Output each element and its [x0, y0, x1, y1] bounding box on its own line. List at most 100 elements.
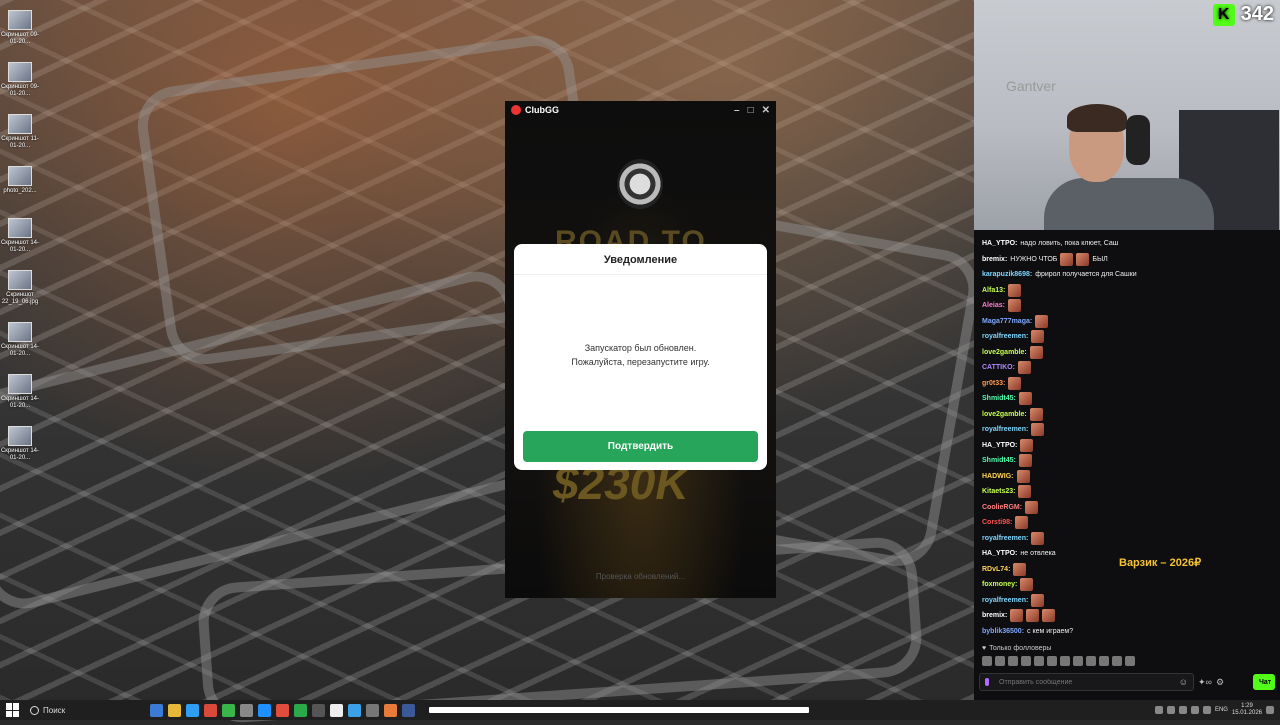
chat-username[interactable]: bremix:: [982, 256, 1007, 263]
emote-button[interactable]: [995, 656, 1005, 666]
chat-username[interactable]: royalfreemen:: [982, 535, 1028, 542]
chat-username[interactable]: HA_YTPO:: [982, 442, 1017, 449]
app-icon[interactable]: [402, 703, 415, 717]
notification-icon[interactable]: [1266, 706, 1274, 714]
desktop-icon[interactable]: Скриншот 22_19_06.jpg: [0, 262, 40, 314]
send-chat-button[interactable]: Чат: [1253, 674, 1275, 690]
emote-button[interactable]: [1112, 656, 1122, 666]
chat-username[interactable]: Shmidt45:: [982, 395, 1016, 402]
emote-button[interactable]: [1060, 656, 1070, 666]
app-icon[interactable]: [222, 703, 235, 717]
chat-message: love2gamble:: [982, 407, 1280, 423]
wall-text: Gantver: [1006, 78, 1056, 94]
chat-text: фрирол получается для Сашки: [1035, 271, 1137, 279]
launcher-titlebar[interactable]: ClubGG – □ ✕: [505, 101, 776, 119]
emote-button[interactable]: [982, 656, 992, 666]
app-icon[interactable]: [258, 703, 271, 717]
tray-icon[interactable]: [1178, 706, 1187, 714]
maximize-icon[interactable]: □: [748, 105, 754, 116]
close-icon[interactable]: ✕: [762, 105, 770, 116]
tray-icon[interactable]: [1166, 706, 1175, 714]
chat-username[interactable]: gr0t33:: [982, 380, 1005, 387]
emote-button[interactable]: [1008, 656, 1018, 666]
emote-button[interactable]: [1047, 656, 1057, 666]
emote-button[interactable]: [1125, 656, 1135, 666]
app-icon[interactable]: [348, 703, 361, 717]
chat-message: foxmoney:: [982, 577, 1280, 593]
desktop-icon[interactable]: Скриншот 11-01-20...: [0, 106, 40, 158]
app-icon[interactable]: [330, 703, 343, 717]
emote-button[interactable]: [1086, 656, 1096, 666]
language-indicator[interactable]: ENG: [1215, 707, 1228, 713]
chat-username[interactable]: bremix:: [982, 612, 1007, 619]
streamer-hair: [1067, 104, 1127, 132]
chat-username[interactable]: karapuzik8698:: [982, 271, 1032, 278]
tray-icon[interactable]: [1154, 706, 1163, 714]
chat-input-box[interactable]: ☺: [979, 673, 1194, 691]
chat-username[interactable]: CoolieRGM:: [982, 504, 1022, 511]
heart-icon: ♥: [982, 645, 987, 652]
points-icon[interactable]: ✦∞: [1198, 677, 1212, 688]
desktop-icon[interactable]: Скриншот 14-01-20...: [0, 210, 40, 262]
app-icon[interactable]: [204, 703, 217, 717]
desktop-icon[interactable]: Скриншот 09-01-20...: [0, 2, 40, 54]
chat-username[interactable]: byblik36500:: [982, 628, 1024, 635]
clock[interactable]: 1:29 15.01.2026: [1232, 703, 1262, 717]
desktop-icon-label: Скриншот 14-01-20...: [0, 344, 40, 357]
chat-username[interactable]: HA_YTPO:: [982, 550, 1017, 557]
emote-button[interactable]: [1073, 656, 1083, 666]
chat-username[interactable]: Corsti98:: [982, 519, 1012, 526]
chat-username[interactable]: CATTIKO:: [982, 364, 1015, 371]
app-icon[interactable]: [294, 703, 307, 717]
desktop-icon[interactable]: Скриншот 14-01-20...: [0, 418, 40, 470]
desktop-icon[interactable]: Скриншот 14-01-20...: [0, 314, 40, 366]
task-view-icon[interactable]: [150, 703, 163, 717]
chat-emote: [1042, 609, 1056, 623]
chat-username[interactable]: Aleias:: [982, 302, 1005, 309]
desktop-icon[interactable]: Скриншот 09-01-20...: [0, 54, 40, 106]
network-icon[interactable]: [1190, 706, 1199, 714]
chat-emote: [1031, 330, 1045, 344]
chat-username[interactable]: Shmidt45:: [982, 457, 1016, 464]
volume-icon[interactable]: [1202, 706, 1211, 714]
chat-username[interactable]: royalfreemen:: [982, 597, 1028, 604]
chat-input[interactable]: [997, 677, 1179, 687]
app-icon[interactable]: [312, 703, 325, 717]
windows-start-icon[interactable]: [6, 703, 20, 717]
desktop-icon[interactable]: photo_202...: [0, 158, 40, 210]
chat-username[interactable]: royalfreemen:: [982, 333, 1028, 340]
clock-time: 1:29: [1241, 703, 1253, 709]
chat-username[interactable]: foxmoney:: [982, 581, 1017, 588]
app-icon[interactable]: [366, 703, 379, 717]
chat-username[interactable]: Maga777maga:: [982, 318, 1032, 325]
chat-username[interactable]: HADWIG:: [982, 473, 1014, 480]
taskbar-search[interactable]: Поиск: [30, 702, 130, 718]
desktop-icon[interactable]: Скриншот 14-01-20...: [0, 366, 40, 418]
chat-username[interactable]: royalfreemen:: [982, 426, 1028, 433]
taskbar-active-window[interactable]: [429, 707, 809, 713]
chat-username[interactable]: HA_YTPO:: [982, 240, 1017, 247]
viewer-counter: K 342: [1212, 3, 1274, 26]
chat-username[interactable]: Alfa13:: [982, 287, 1005, 294]
confirm-button[interactable]: Подтвердить: [523, 431, 758, 462]
chat-username[interactable]: RDvL74:: [982, 566, 1010, 573]
chat-message: HA_YTPO:: [982, 438, 1280, 454]
emote-button[interactable]: [1034, 656, 1044, 666]
chat-username[interactable]: love2gamble:: [982, 349, 1027, 356]
chat-username[interactable]: love2gamble:: [982, 411, 1027, 418]
emoji-icon[interactable]: ☺: [1179, 677, 1188, 687]
settings-gear-icon[interactable]: ⚙: [1216, 677, 1224, 688]
emote-button[interactable]: [1099, 656, 1109, 666]
chrome-icon[interactable]: [276, 703, 289, 717]
chat-username[interactable]: Kitaets23:: [982, 488, 1015, 495]
edge-icon[interactable]: [186, 703, 199, 717]
chat-message: byblik36500: с кем играем?: [982, 624, 1280, 640]
chat-emote: [1018, 392, 1032, 406]
minimize-icon[interactable]: –: [734, 105, 740, 116]
app-icon[interactable]: [384, 703, 397, 717]
mic-icon[interactable]: [985, 678, 989, 686]
app-icon[interactable]: [240, 703, 253, 717]
file-explorer-icon[interactable]: [168, 703, 181, 717]
chat-message: CoolieRGM:: [982, 500, 1280, 516]
emote-button[interactable]: [1021, 656, 1031, 666]
